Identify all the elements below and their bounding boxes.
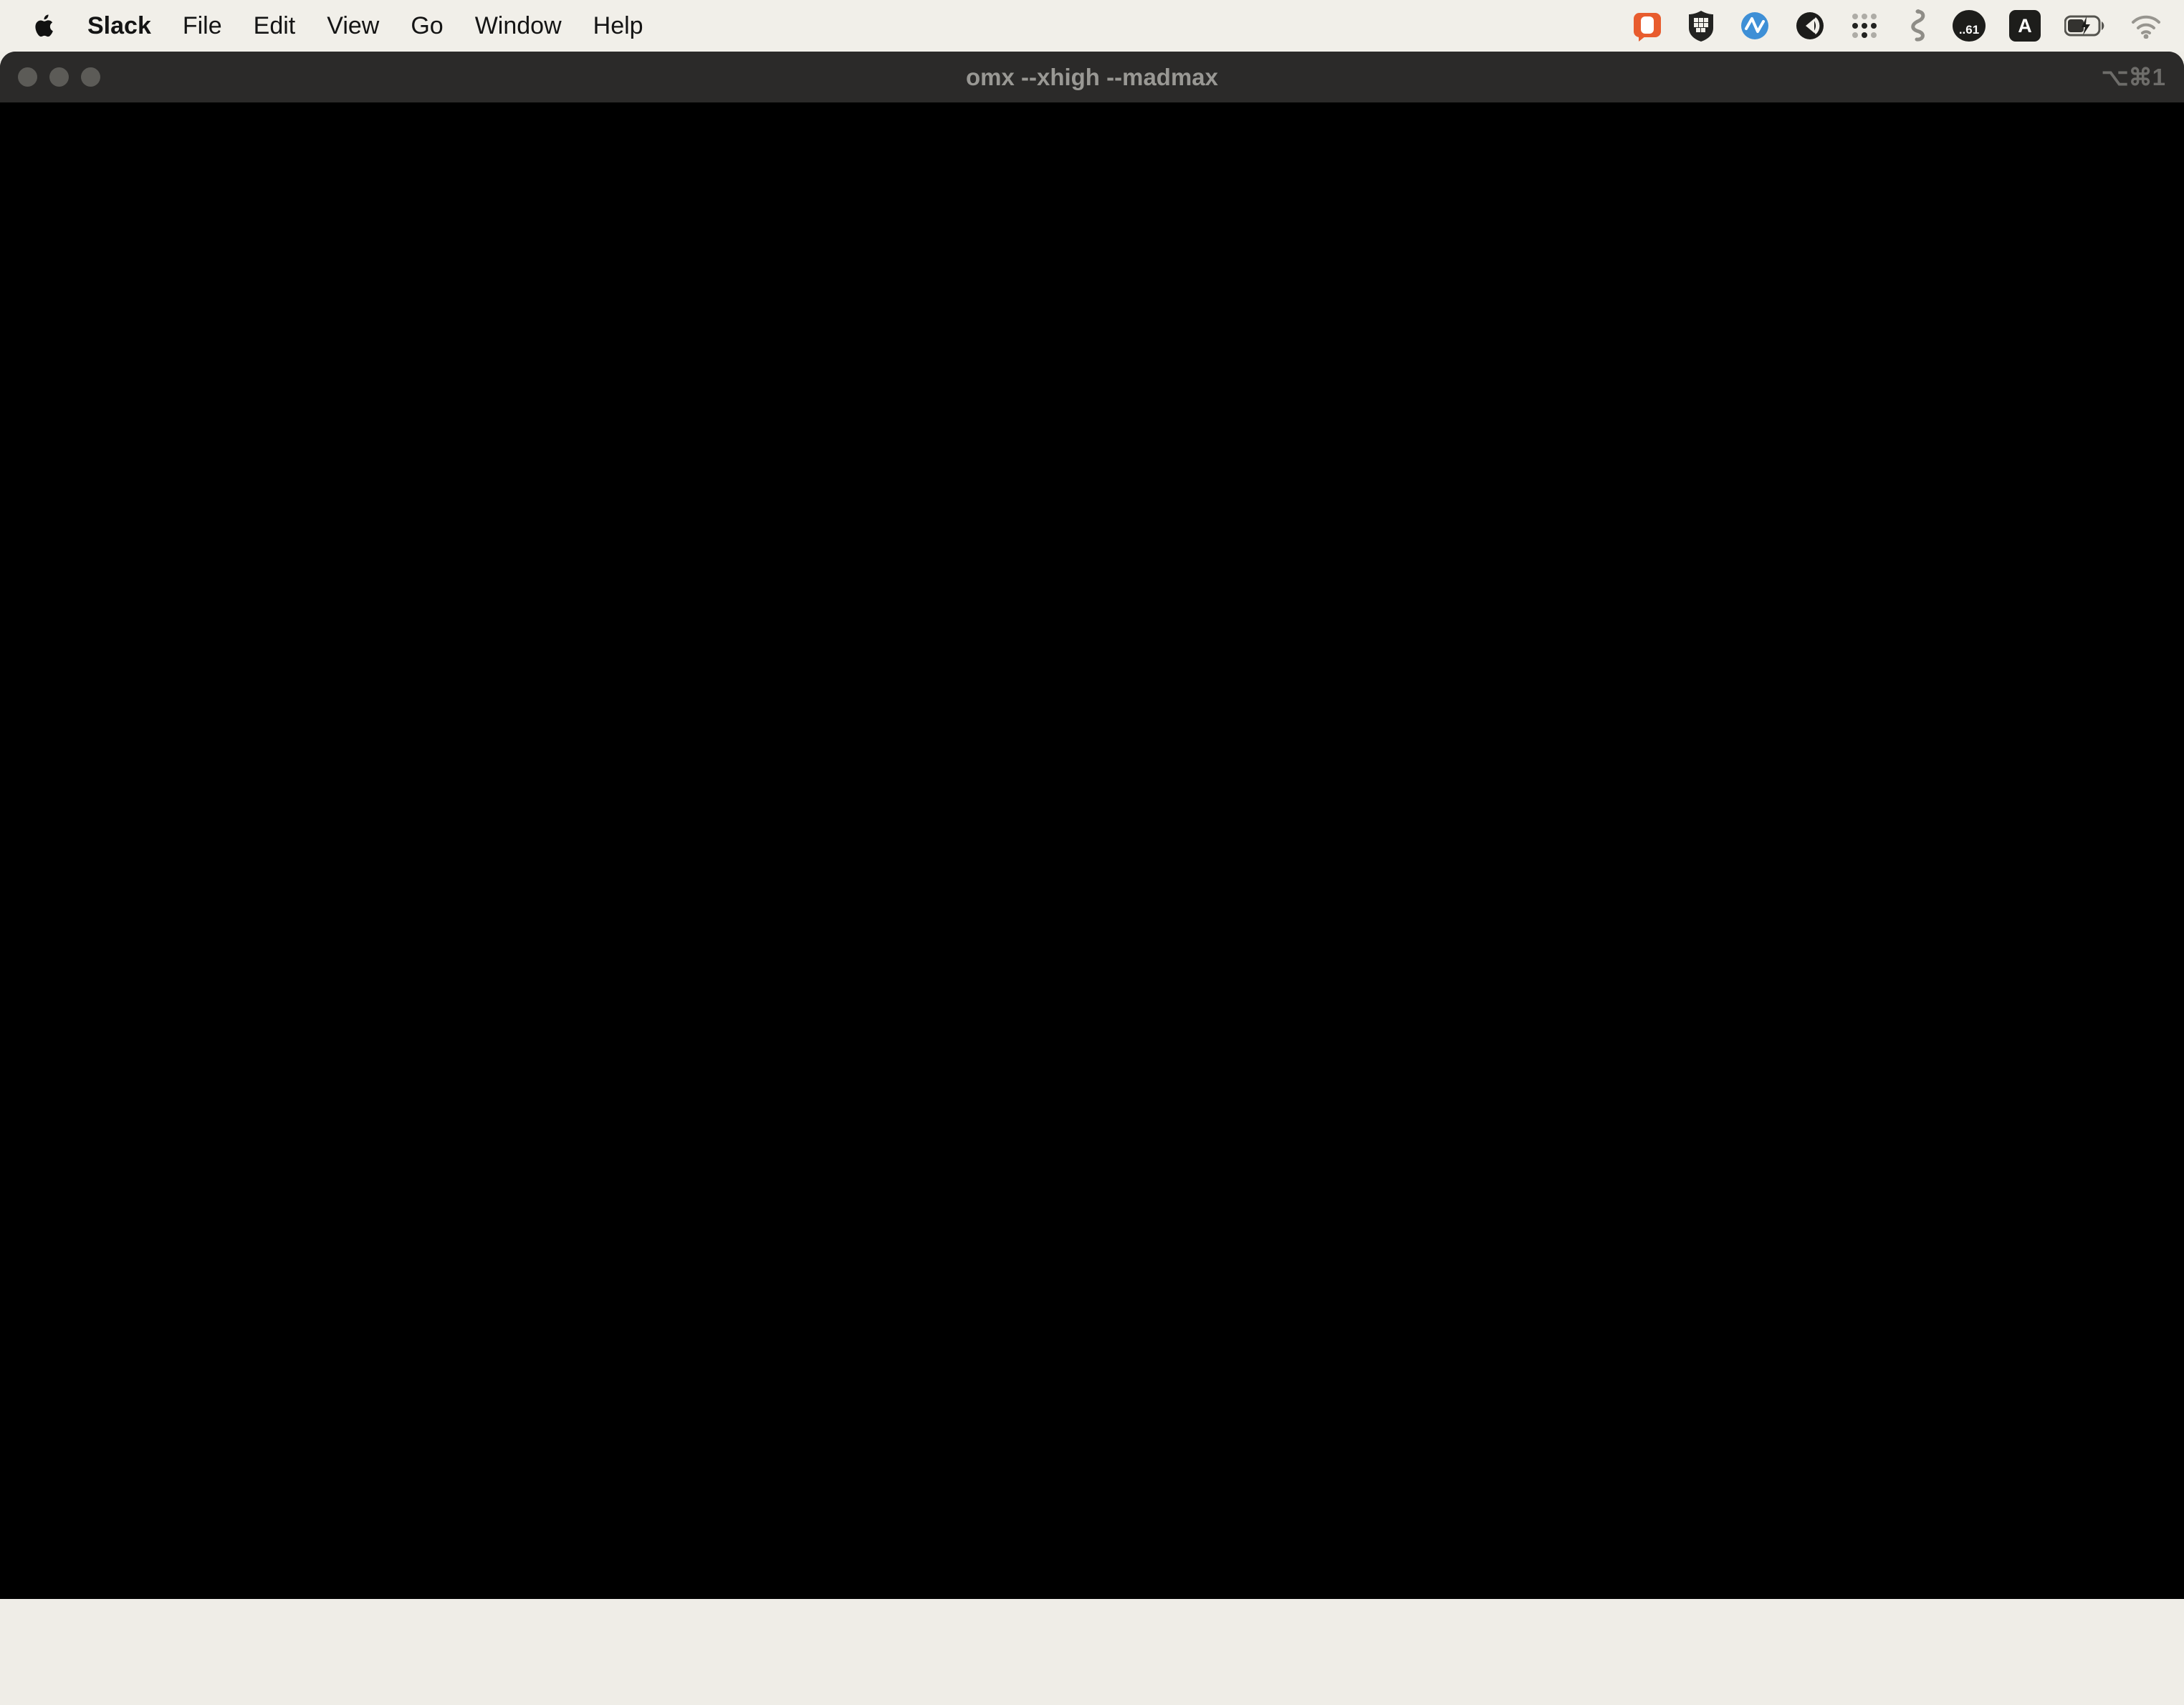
network-pulse-icon[interactable] xyxy=(1739,9,1771,43)
window-titlebar: omx --xhigh --madmax ⌥⌘1 xyxy=(0,52,2184,102)
screen-recording-icon[interactable] xyxy=(1632,9,1663,43)
meter-badge-icon[interactable]: ..61 xyxy=(1953,10,1986,42)
menu-item-window[interactable]: Window xyxy=(475,12,562,40)
menu-item-file[interactable]: File xyxy=(183,12,222,40)
macos-menu-bar: Slack File Edit View Go Window Help ..61 A xyxy=(0,0,2184,52)
menu-app-name[interactable]: Slack xyxy=(87,12,151,40)
menu-item-view[interactable]: View xyxy=(327,12,379,40)
media-player-icon[interactable] xyxy=(1794,9,1826,43)
clip-hook-icon[interactable] xyxy=(1903,9,1929,43)
wifi-icon[interactable] xyxy=(2130,9,2163,43)
dots-grid-icon[interactable] xyxy=(1849,9,1879,43)
terminal-window: omx --xhigh --madmax ⌥⌘1 xyxy=(0,52,2184,1599)
apple-menu-icon[interactable] xyxy=(34,9,56,43)
window-shortcut-hint: ⌥⌘1 xyxy=(2102,52,2165,102)
menu-item-help[interactable]: Help xyxy=(593,12,643,40)
privacy-shield-icon[interactable] xyxy=(1687,9,1715,43)
menu-item-edit[interactable]: Edit xyxy=(254,12,296,40)
input-source-icon[interactable]: A xyxy=(2009,10,2041,42)
window-title: omx --xhigh --madmax xyxy=(0,52,2184,102)
menu-item-go[interactable]: Go xyxy=(411,12,443,40)
battery-icon[interactable] xyxy=(2064,9,2106,43)
